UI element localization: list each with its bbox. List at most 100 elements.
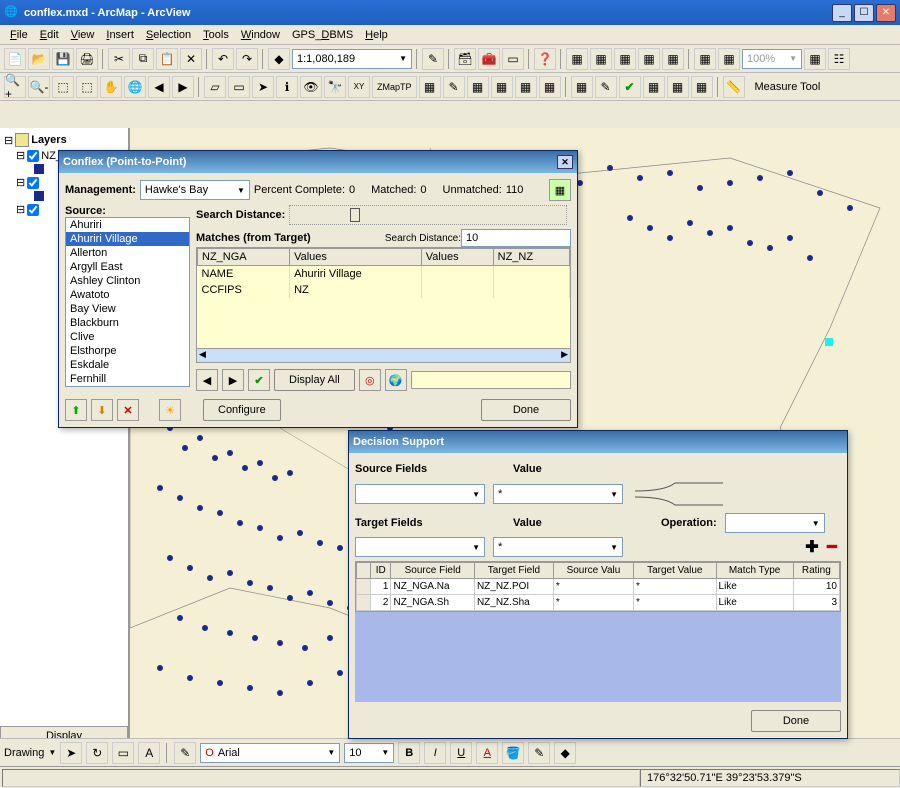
source-item[interactable]: Frasertown xyxy=(66,386,189,387)
conflex-close-icon[interactable]: ✕ xyxy=(557,155,573,169)
markercolor-icon[interactable]: ◆ xyxy=(554,742,576,764)
maximize-button[interactable]: ☐ xyxy=(854,4,874,22)
fixedzoomout-icon[interactable]: ⬚ xyxy=(76,76,98,98)
source-item[interactable]: Ahuriri Village xyxy=(66,232,189,246)
binoculars-icon[interactable]: 🔭 xyxy=(324,76,346,98)
redo-icon[interactable]: ↷ xyxy=(236,48,258,70)
ds-grid[interactable]: IDSource FieldTarget FieldSource ValuTar… xyxy=(355,561,841,612)
close-button[interactable]: ✕ xyxy=(876,4,896,22)
cmdline-icon[interactable]: ▭ xyxy=(502,48,524,70)
source-item[interactable]: Ashley Clinton xyxy=(66,274,189,288)
tool-r[interactable]: ▦ xyxy=(691,76,713,98)
source-item[interactable]: Clive xyxy=(66,330,189,344)
conflex-titlebar[interactable]: Conflex (Point-to-Point) ✕ xyxy=(59,151,577,173)
menu-file[interactable]: File xyxy=(4,27,34,43)
ds-done-button[interactable]: Done xyxy=(751,710,841,732)
zoomout-icon[interactable]: 🔍- xyxy=(28,76,50,98)
italic-icon[interactable]: I xyxy=(424,742,446,764)
scale-input[interactable] xyxy=(297,53,399,65)
copy-icon[interactable]: ⧉ xyxy=(132,48,154,70)
layer-checkbox[interactable] xyxy=(27,150,39,162)
gotoxy-icon[interactable]: XY xyxy=(348,76,370,98)
draw-text-icon[interactable]: A xyxy=(138,742,160,764)
whatsthis-icon[interactable]: ❓ xyxy=(534,48,556,70)
ruler-icon[interactable]: 📏 xyxy=(723,76,745,98)
tool-i[interactable]: ☷ xyxy=(828,48,850,70)
configure-button[interactable]: Configure xyxy=(203,399,281,421)
layer-checkbox-2[interactable] xyxy=(27,177,39,189)
tool-g[interactable]: ▦ xyxy=(718,48,740,70)
zoom-combo[interactable]: 100%▼ xyxy=(742,49,802,69)
source-fields-combo[interactable]: ▼ xyxy=(355,484,485,504)
add-rule-icon[interactable]: ✚ xyxy=(803,538,821,556)
operation-combo[interactable]: ▼ xyxy=(725,513,825,533)
source-item[interactable]: Allerton xyxy=(66,246,189,260)
menu-view[interactable]: View xyxy=(65,27,101,43)
fontcolor-icon[interactable]: A xyxy=(476,742,498,764)
draw-rotate-icon[interactable]: ↻ xyxy=(86,742,108,764)
pencil2-icon[interactable]: ✎ xyxy=(595,76,617,98)
tool-o[interactable]: ▦ xyxy=(571,76,593,98)
source-item[interactable]: Argyll East xyxy=(66,260,189,274)
linecolor-icon[interactable]: ✎ xyxy=(528,742,550,764)
draw-rect-icon[interactable]: ▭ xyxy=(112,742,134,764)
print-icon[interactable]: 🖨 xyxy=(76,48,98,70)
nextextent-icon[interactable]: ▶ xyxy=(172,76,194,98)
tool-q[interactable]: ▦ xyxy=(667,76,689,98)
sun-icon[interactable]: ☀ xyxy=(159,399,181,421)
menu-tools[interactable]: Tools xyxy=(197,27,235,43)
management-combo[interactable]: Hawke's Bay▼ xyxy=(140,180,250,200)
source-item[interactable]: Bay View xyxy=(66,302,189,316)
menu-selection[interactable]: Selection xyxy=(140,27,197,43)
font-combo[interactable]: O Arial ▼ xyxy=(200,743,340,763)
up-button[interactable]: ⬆ xyxy=(65,399,87,421)
remove-rule-icon[interactable]: ━ xyxy=(823,538,841,556)
identify-icon[interactable]: ℹ xyxy=(276,76,298,98)
pencil-icon[interactable]: ✎ xyxy=(443,76,465,98)
tool-n[interactable]: ▦ xyxy=(539,76,561,98)
draw-pointer-icon[interactable]: ➤ xyxy=(60,742,82,764)
sd-input[interactable] xyxy=(461,229,571,247)
tool-m[interactable]: ▦ xyxy=(515,76,537,98)
menu-window[interactable]: Window xyxy=(235,27,286,43)
fixedzoomin-icon[interactable]: ⬚ xyxy=(52,76,74,98)
tool-e[interactable]: ▦ xyxy=(662,48,684,70)
accept-button[interactable]: ✔ xyxy=(248,369,270,391)
pointer-icon[interactable]: ➤ xyxy=(252,76,274,98)
check-icon[interactable]: ✔ xyxy=(619,76,641,98)
tool-f[interactable]: ▦ xyxy=(694,48,716,70)
globe-icon[interactable]: 🌍 xyxy=(385,369,407,391)
menu-insert[interactable]: Insert xyxy=(100,27,140,43)
source-item[interactable]: Eskdale xyxy=(66,358,189,372)
tool-j[interactable]: ▦ xyxy=(419,76,441,98)
source-value-combo[interactable]: *▼ xyxy=(493,484,623,504)
fillcolor-icon[interactable]: 🪣 xyxy=(502,742,524,764)
find-icon[interactable]: 👁 xyxy=(300,76,322,98)
paste-icon[interactable]: 📋 xyxy=(156,48,178,70)
fontsize-combo[interactable]: 10 ▼ xyxy=(344,743,394,763)
prevextent-icon[interactable]: ◀ xyxy=(148,76,170,98)
table-icon[interactable]: ▦ xyxy=(549,179,571,201)
tool-a[interactable]: ▦ xyxy=(566,48,588,70)
target-fields-combo[interactable]: ▼ xyxy=(355,537,485,557)
remove-button[interactable]: ✕ xyxy=(117,399,139,421)
save-icon[interactable]: 💾 xyxy=(52,48,74,70)
tool-l[interactable]: ▦ xyxy=(491,76,513,98)
menu-help[interactable]: Help xyxy=(359,27,394,43)
editor-icon[interactable]: ✎ xyxy=(422,48,444,70)
open-icon[interactable]: 📂 xyxy=(28,48,50,70)
cut-icon[interactable]: ✂ xyxy=(108,48,130,70)
tool-p[interactable]: ▦ xyxy=(643,76,665,98)
clearsel-icon[interactable]: ▭ xyxy=(228,76,250,98)
search-distance-slider[interactable] xyxy=(289,205,567,225)
bold-icon[interactable]: B xyxy=(398,742,420,764)
tool-b[interactable]: ▦ xyxy=(590,48,612,70)
arccatalog-icon[interactable]: 🗃 xyxy=(454,48,476,70)
minimize-button[interactable]: _ xyxy=(832,4,852,22)
zoomin-icon[interactable]: 🔍+ xyxy=(4,76,26,98)
ds-titlebar[interactable]: Decision Support xyxy=(349,431,847,453)
zmaptp-icon[interactable]: ZMapTP xyxy=(372,76,417,98)
source-item[interactable]: Awatoto xyxy=(66,288,189,302)
source-listbox[interactable]: AhuririAhuriri VillageAllertonArgyll Eas… xyxy=(65,217,190,387)
layer-checkbox-3[interactable] xyxy=(27,204,39,216)
